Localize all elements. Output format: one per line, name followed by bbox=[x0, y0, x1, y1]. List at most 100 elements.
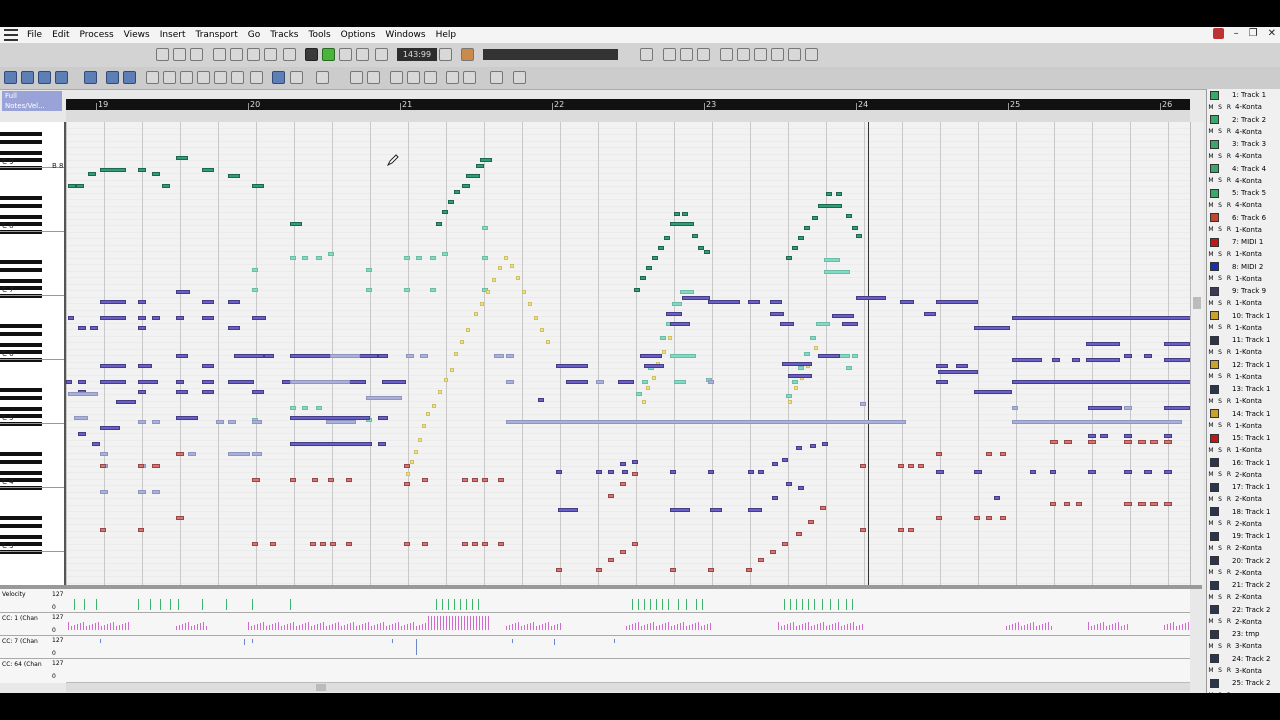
track-mute-button[interactable]: M bbox=[1207, 617, 1215, 626]
midi-note[interactable] bbox=[138, 420, 146, 424]
midi-note[interactable] bbox=[674, 212, 680, 216]
track-solo-button[interactable]: S bbox=[1216, 176, 1224, 185]
midi-note[interactable] bbox=[100, 364, 126, 368]
midi-note[interactable] bbox=[608, 558, 614, 562]
piano-roll-view-button[interactable] bbox=[230, 48, 243, 61]
midi-note[interactable] bbox=[846, 366, 852, 370]
midi-note[interactable] bbox=[78, 432, 86, 436]
pencil-tool-button[interactable] bbox=[21, 71, 34, 84]
midi-note[interactable] bbox=[1144, 470, 1152, 474]
midi-note[interactable] bbox=[596, 568, 602, 572]
snap-button[interactable] bbox=[290, 71, 303, 84]
track-arm-button[interactable]: R bbox=[1225, 299, 1233, 308]
half-note-button[interactable] bbox=[163, 71, 176, 84]
midi-note[interactable] bbox=[290, 442, 372, 446]
midi-note[interactable] bbox=[330, 354, 360, 358]
track-solo-button[interactable]: S bbox=[1216, 421, 1224, 430]
track-solo-button[interactable]: S bbox=[1216, 152, 1224, 161]
midi-note[interactable] bbox=[804, 352, 810, 356]
track-mute-button[interactable]: M bbox=[1207, 470, 1215, 479]
piano-keyboard[interactable]: C 9 C 8 C 7 C 6 C 5 C 4 C 3 B 8 bbox=[0, 122, 66, 585]
midi-note[interactable] bbox=[746, 568, 752, 572]
midi-note[interactable] bbox=[824, 258, 840, 262]
track-output[interactable]: 2-Konta bbox=[1235, 618, 1262, 626]
midi-note[interactable] bbox=[482, 478, 488, 482]
track-output[interactable]: 1-Konta bbox=[1235, 397, 1262, 405]
track-name[interactable]: 17: Track 1 bbox=[1232, 483, 1271, 491]
track-color-swatch[interactable] bbox=[1210, 482, 1219, 492]
track-list-item[interactable]: 11: Track 1 M S R 1-Konta bbox=[1207, 334, 1280, 359]
midi-note[interactable] bbox=[1124, 502, 1132, 506]
new-file-button[interactable] bbox=[156, 48, 169, 61]
midi-note[interactable] bbox=[1164, 342, 1190, 346]
track-mute-button[interactable]: M bbox=[1207, 372, 1215, 381]
midi-note[interactable] bbox=[772, 496, 778, 500]
midi-note[interactable] bbox=[176, 516, 184, 520]
midi-note[interactable] bbox=[748, 470, 754, 474]
track-list-item[interactable]: 12: Track 1 M S R 1-Konta bbox=[1207, 359, 1280, 384]
cc1-lane[interactable] bbox=[66, 614, 1190, 634]
midi-note[interactable] bbox=[680, 290, 694, 294]
midi-note[interactable] bbox=[924, 312, 936, 316]
midi-note[interactable] bbox=[852, 354, 858, 358]
midi-note[interactable] bbox=[366, 288, 372, 292]
midi-note[interactable] bbox=[1138, 502, 1146, 506]
midi-note[interactable] bbox=[316, 256, 322, 260]
midi-note[interactable] bbox=[818, 354, 840, 358]
track-arm-button[interactable]: R bbox=[1225, 446, 1233, 455]
midi-note[interactable] bbox=[666, 312, 682, 316]
midi-note[interactable] bbox=[898, 464, 904, 468]
midi-note[interactable] bbox=[494, 354, 504, 358]
midi-note[interactable] bbox=[382, 380, 406, 384]
track-mute-button[interactable]: M bbox=[1207, 519, 1215, 528]
midi-note[interactable] bbox=[842, 322, 858, 326]
midi-note[interactable] bbox=[100, 452, 108, 456]
midi-note[interactable] bbox=[216, 420, 224, 424]
midi-note[interactable] bbox=[856, 234, 862, 238]
track-name[interactable]: 3: Track 3 bbox=[1232, 140, 1266, 148]
midi-note[interactable] bbox=[378, 354, 388, 358]
midi-note[interactable] bbox=[798, 366, 804, 370]
track-name[interactable]: 4: Track 4 bbox=[1232, 165, 1266, 173]
midi-note[interactable] bbox=[252, 478, 260, 482]
cc64-lane[interactable] bbox=[66, 660, 1190, 680]
midi-note[interactable] bbox=[660, 336, 666, 340]
playhead[interactable] bbox=[868, 122, 869, 585]
midi-note[interactable] bbox=[772, 462, 778, 466]
track-color-swatch[interactable] bbox=[1210, 654, 1219, 663]
midi-note[interactable] bbox=[466, 174, 480, 178]
midi-note[interactable] bbox=[786, 482, 792, 486]
track-name[interactable]: 18: Track 1 bbox=[1232, 508, 1271, 516]
midi-note[interactable] bbox=[670, 470, 676, 474]
lane-label-cc7[interactable]: CC: 7 (Chan bbox=[2, 638, 38, 645]
midi-note[interactable] bbox=[176, 156, 188, 160]
tool-a-button[interactable] bbox=[663, 48, 676, 61]
minimize-icon[interactable]: – bbox=[1234, 28, 1239, 39]
track-list-item[interactable]: 20: Track 2 M S R 2-Konta bbox=[1207, 555, 1280, 580]
midi-note[interactable] bbox=[100, 316, 126, 320]
track-color-swatch[interactable] bbox=[1210, 262, 1219, 271]
midi-note[interactable] bbox=[444, 378, 448, 382]
midi-note[interactable] bbox=[228, 300, 240, 304]
menu-tools[interactable]: Tools bbox=[304, 30, 336, 40]
midi-note[interactable] bbox=[366, 268, 372, 272]
track-name[interactable]: 21: Track 2 bbox=[1232, 581, 1271, 589]
midi-note[interactable] bbox=[856, 296, 886, 300]
sync-button[interactable] bbox=[754, 48, 767, 61]
note-grid[interactable] bbox=[66, 122, 1190, 585]
midi-note[interactable] bbox=[498, 542, 504, 546]
midi-note[interactable] bbox=[1100, 434, 1108, 438]
track-output[interactable]: 2-Konta bbox=[1235, 495, 1262, 503]
midi-note[interactable] bbox=[78, 326, 86, 330]
track-output[interactable]: 2-Konta bbox=[1235, 471, 1262, 479]
midi-note[interactable] bbox=[228, 452, 250, 456]
midi-note[interactable] bbox=[664, 236, 670, 240]
snap-selector[interactable]: Full Notes/Vel... bbox=[2, 91, 62, 111]
midi-note[interactable] bbox=[76, 184, 84, 188]
midi-note[interactable] bbox=[68, 316, 74, 320]
track-arm-button[interactable]: R bbox=[1225, 421, 1233, 430]
event-filter-button[interactable] bbox=[490, 71, 503, 84]
midi-note[interactable] bbox=[782, 362, 812, 366]
midi-note[interactable] bbox=[152, 490, 160, 494]
track-solo-button[interactable]: S bbox=[1216, 593, 1224, 602]
